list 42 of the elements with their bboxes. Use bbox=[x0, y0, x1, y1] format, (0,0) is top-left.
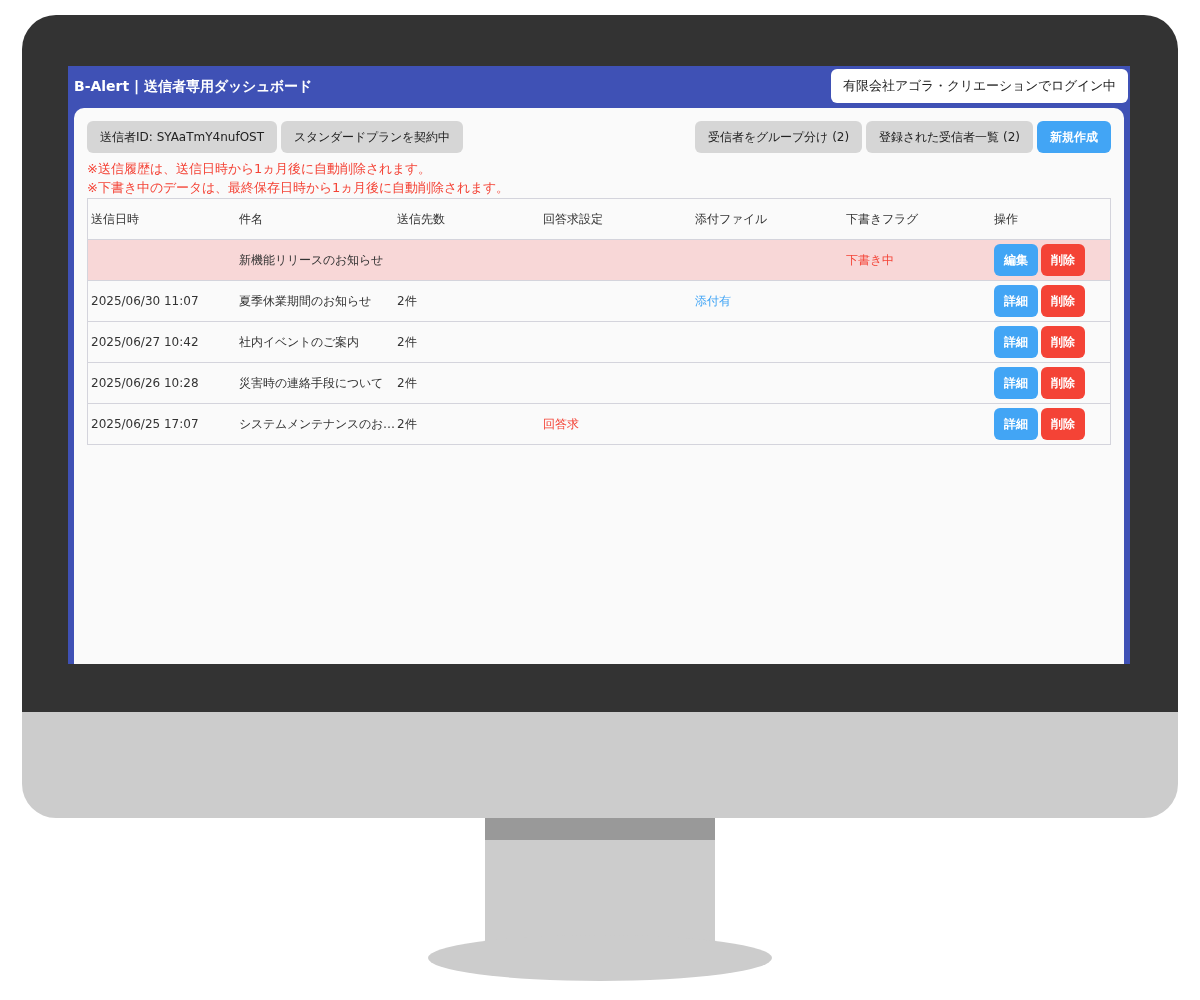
column-header: 操作 bbox=[993, 210, 1019, 228]
notice-text: ※送信履歴は、送信日時から1ヵ月後に自動削除されます。 bbox=[87, 160, 433, 178]
table-cell: 添付有 bbox=[695, 293, 731, 308]
table-cell: 2件 bbox=[397, 416, 417, 431]
info-chip[interactable]: スタンダードプランを契約中 bbox=[281, 121, 464, 153]
action-button[interactable]: 詳細 bbox=[994, 326, 1038, 358]
column-header: 添付ファイル bbox=[694, 210, 768, 228]
info-chip[interactable]: 送信者ID: SYAaTmY4nufOST bbox=[87, 121, 278, 153]
table-cell: 回答求 bbox=[543, 416, 579, 431]
column-header: 件名 bbox=[238, 210, 264, 228]
action-button[interactable]: 詳細 bbox=[994, 367, 1038, 399]
new-button[interactable]: 新規作成 bbox=[1037, 121, 1111, 153]
toolbar-button[interactable]: 登録された受信者一覧 (2) bbox=[866, 121, 1033, 153]
notice-text: ※下書き中のデータは、最終保存日時から1ヵ月後に自動削除されます。 bbox=[87, 179, 511, 197]
table-cell: 2025/06/26 10:28 bbox=[91, 376, 199, 390]
action-button[interactable]: 編集 bbox=[994, 244, 1038, 276]
delete-button[interactable]: 削除 bbox=[1041, 285, 1085, 317]
table-cell: 2025/06/25 17:07 bbox=[91, 417, 199, 431]
table-cell: 2件 bbox=[397, 375, 417, 390]
delete-button[interactable]: 削除 bbox=[1041, 244, 1085, 276]
action-button[interactable]: 詳細 bbox=[994, 285, 1038, 317]
table-cell: 夏季休業期間のお知らせ bbox=[239, 293, 371, 308]
table-cell: 社内イベントのご案内 bbox=[239, 334, 359, 349]
table-cell: 2件 bbox=[397, 334, 417, 349]
login-status: 有限会社アゴラ・クリエーションでログイン中 bbox=[831, 69, 1128, 103]
column-header: 下書きフラグ bbox=[845, 210, 919, 228]
table-cell: 新機能リリースのお知らせ bbox=[239, 252, 383, 267]
table-cell: 2025/06/27 10:42 bbox=[91, 335, 199, 349]
column-header: 送信先数 bbox=[396, 210, 446, 228]
table-cell: 下書き中 bbox=[846, 252, 894, 267]
delete-button[interactable]: 削除 bbox=[1041, 408, 1085, 440]
delete-button[interactable]: 削除 bbox=[1041, 326, 1085, 358]
table-cell: 2025/06/30 11:07 bbox=[91, 294, 199, 308]
table-cell: 2件 bbox=[397, 293, 417, 308]
column-header: 回答求設定 bbox=[542, 210, 604, 228]
table-cell: 災害時の連絡手段について bbox=[239, 375, 383, 390]
column-header: 送信日時 bbox=[90, 210, 140, 228]
app-title: B-Alert | 送信者専用ダッシュボード bbox=[74, 78, 313, 96]
toolbar-button[interactable]: 受信者をグループ分け (2) bbox=[695, 121, 863, 153]
table-cell: システムメンテナンスのお… bbox=[239, 416, 395, 431]
delete-button[interactable]: 削除 bbox=[1041, 367, 1085, 399]
action-button[interactable]: 詳細 bbox=[994, 408, 1038, 440]
